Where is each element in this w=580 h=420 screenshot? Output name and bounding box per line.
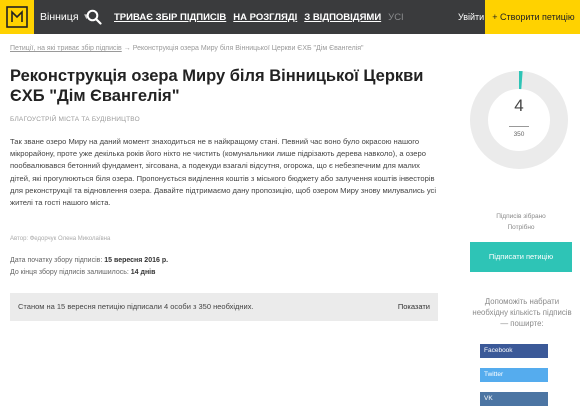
signature-sidebar: 4 350 Підписів зібрано Потрібно Підписат… xyxy=(447,34,580,420)
breadcrumb-parent-link[interactable]: Петиції, на які триває збір підписів xyxy=(10,45,122,52)
start-date-value: 15 вересня 2016 р. xyxy=(104,257,169,264)
signature-status-text: Станом на 15 вересня петицію підписали 4… xyxy=(18,302,254,311)
breadcrumb-separator: → xyxy=(123,45,131,52)
show-signatures-link[interactable]: Показати xyxy=(398,293,430,321)
tab-answered[interactable]: З ВІДПОВІДЯМИ xyxy=(304,12,381,23)
site-logo[interactable] xyxy=(0,0,34,34)
share-facebook-button[interactable]: Facebook xyxy=(480,344,548,358)
share-vk-button[interactable]: VK xyxy=(480,392,548,406)
petition-tabs: ТРИВАЄ ЗБІР ПІДПИСІВ НА РОЗГЛЯДІ З ВІДПО… xyxy=(114,0,404,34)
breadcrumb-current: Реконструкція озера Миру біля Вінницької… xyxy=(132,45,364,52)
logo-icon xyxy=(6,6,28,28)
search-icon[interactable] xyxy=(86,9,102,25)
signature-target: 350 xyxy=(513,131,525,138)
top-navigation-bar: Вінниця ▼ ТРИВАЄ ЗБІР ПІДПИСІВ НА РОЗГЛЯ… xyxy=(0,0,580,34)
signature-count: 4 xyxy=(514,96,524,115)
petition-description: Так зване озеро Миру на даний момент зна… xyxy=(10,137,437,208)
start-date-label: Дата початку збору підписів: xyxy=(10,257,103,264)
share-help-text: Допоможіть набрати необхідну кількість п… xyxy=(472,297,572,328)
start-date-row: Дата початку збору підписів: 15 вересня … xyxy=(10,255,168,267)
collected-label: Підписів зібрано xyxy=(496,213,546,220)
remaining-label: До кінця збору підписів залишилось: xyxy=(10,269,129,276)
progress-ring xyxy=(470,71,568,169)
remaining-value: 14 днів xyxy=(130,269,156,276)
share-twitter-button[interactable]: Twitter xyxy=(480,368,548,382)
city-name: Вінниця xyxy=(40,11,79,23)
petition-dates: Дата початку збору підписів: 15 вересня … xyxy=(10,255,168,279)
count-divider xyxy=(509,126,529,127)
page-title: Реконструкція озера Миру біля Вінницької… xyxy=(10,67,424,105)
tab-collecting[interactable]: ТРИВАЄ ЗБІР ПІДПИСІВ xyxy=(114,12,226,23)
create-petition-button[interactable]: + Створити петицію xyxy=(485,0,580,34)
breadcrumb: Петиції, на які триває збір підписів → Рек… xyxy=(10,45,364,52)
signature-status-box: Станом на 15 вересня петицію підписали 4… xyxy=(10,293,438,321)
needed-label: Потрібно xyxy=(507,224,535,231)
tab-under-review[interactable]: НА РОЗГЛЯДІ xyxy=(233,12,297,23)
city-selector[interactable]: Вінниця ▼ xyxy=(40,0,90,34)
petition-category[interactable]: БЛАГОУСТРІЙ МІСТА ТА БУДІВНИЦТВО xyxy=(10,116,140,123)
remaining-row: До кінця збору підписів залишилось: 14 д… xyxy=(10,267,168,279)
sign-petition-button[interactable]: Підписати петицію xyxy=(470,242,572,272)
signature-labels: Підписів зібрано Потрібно xyxy=(447,211,580,233)
petition-author: Автор: Федорчук Олена Миколаївна xyxy=(10,236,111,242)
tab-all[interactable]: УСІ xyxy=(388,12,404,23)
login-link[interactable]: Увійти xyxy=(458,0,484,34)
